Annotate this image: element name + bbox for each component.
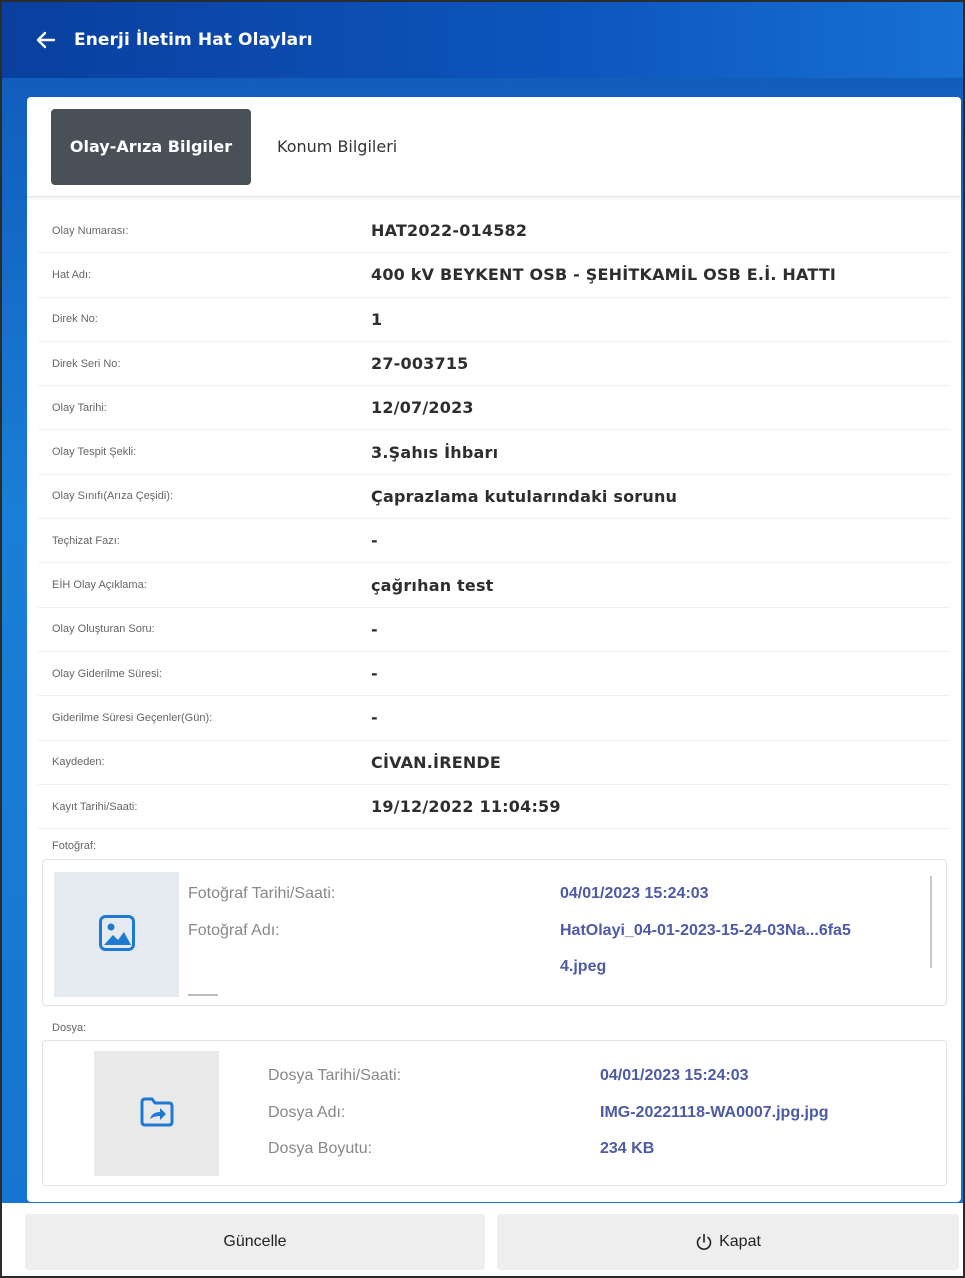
detail-label: Olay Giderilme Süresi: — [52, 667, 163, 680]
arrow-left-icon[interactable] — [36, 28, 60, 52]
detail-row: Kaydeden: CİVAN.İRENDE — [38, 741, 950, 785]
detail-value: 27-003715 — [371, 354, 469, 374]
file-size-value: 234 KB — [600, 1140, 655, 1157]
detail-row: Direk No: 1 — [38, 298, 950, 342]
file-section-label: Dosya: — [52, 1022, 87, 1034]
detail-label: Hat Adı: — [52, 268, 92, 281]
photo-section-label: Fotoğraf: — [52, 840, 97, 852]
detail-value: - — [371, 531, 378, 551]
detail-row: Olay Sınıfı(Arıza Çeşidi): Çaprazlama kut… — [38, 475, 950, 520]
image-icon — [98, 914, 136, 956]
app-frame: Enerji İletim Hat Olayları Olay-Arıza Bi… — [0, 0, 965, 1278]
clipped-row — [188, 992, 288, 996]
file-size-label: Dosya Boyutu: — [268, 1140, 373, 1157]
detail-row: Giderilme Süresi Geçenler(Gün): - — [38, 696, 950, 741]
photo-name-label: Fotoğraf Adı: — [188, 922, 280, 939]
photo-date-label: Fotoğraf Tarihi/Saati: — [188, 885, 336, 902]
detail-value: HAT2022-014582 — [371, 221, 528, 241]
update-button-label: Güncelle — [223, 1233, 287, 1250]
detail-label: EİH Olay Açıklama: — [52, 579, 147, 592]
file-name-label: Dosya Adı: — [268, 1104, 346, 1121]
detail-value: 400 kV BEYKENT OSB - ŞEHİTKAMİL OSB E.İ.… — [371, 265, 837, 285]
detail-row: Hat Adı: 400 kV BEYKENT OSB - ŞEHİTKAMİL … — [38, 253, 950, 298]
details-list: Olay Numarası: HAT2022-014582 Hat Adı: 400… — [27, 197, 961, 830]
header-bar: Enerji İletim Hat Olayları — [2, 2, 963, 78]
close-button-label: Kapat — [719, 1233, 761, 1250]
detail-label: Olay Tarihi: — [52, 401, 107, 414]
detail-value: - — [371, 708, 378, 728]
photo-scrollbar[interactable] — [930, 876, 932, 968]
update-button[interactable]: Güncelle — [25, 1214, 485, 1270]
detail-value: - — [371, 664, 378, 684]
file-thumbnail[interactable] — [94, 1051, 219, 1176]
file-date-value: 04/01/2023 15:24:03 — [600, 1067, 749, 1084]
tab-konum-bilgileri[interactable]: Konum Bilgileri — [263, 109, 411, 185]
detail-label: Olay Sınıfı(Arıza Çeşidi): — [52, 490, 174, 503]
detail-label: Kaydeden: — [52, 756, 105, 769]
photo-attachment[interactable]: Fotoğraf Tarihi/Saati: 04/01/2023 15:24:… — [42, 859, 947, 1006]
file-date-label: Dosya Tarihi/Saati: — [268, 1067, 402, 1084]
detail-label: Direk Seri No: — [52, 357, 121, 370]
detail-label: Olay Oluşturan Soru: — [52, 623, 155, 636]
folder-share-icon — [139, 1096, 175, 1132]
detail-row: Olay Tarihi: 12/07/2023 — [38, 386, 950, 431]
footer-actions: Güncelle Kapat — [2, 1203, 963, 1276]
file-name-value: IMG-20221118-WA0007.jpg.jpg — [600, 1104, 829, 1121]
tab-olay-ariza-bilgiler[interactable]: Olay-Arıza Bilgiler — [51, 108, 251, 185]
power-icon — [695, 1233, 713, 1251]
photo-thumbnail[interactable] — [54, 872, 179, 997]
page-title: Enerji İletim Hat Olayları — [74, 30, 313, 50]
detail-value: - — [371, 619, 378, 639]
close-button[interactable]: Kapat — [497, 1214, 959, 1270]
detail-row: EİH Olay Açıklama: çağrıhan test — [38, 563, 950, 608]
tab-bar: Olay-Arıza Bilgiler Konum Bilgileri — [27, 97, 961, 197]
detail-card: Olay-Arıza Bilgiler Konum Bilgileri Olay… — [27, 97, 961, 1202]
photo-date-value: 04/01/2023 15:24:03 — [560, 885, 709, 902]
detail-row: Olay Giderilme Süresi: - — [38, 652, 950, 697]
detail-row: Olay Tespit Şekli: 3.Şahıs İhbarı — [38, 430, 950, 475]
detail-row: Kayıt Tarihi/Saati: 19/12/2022 11:04:59 — [38, 785, 950, 830]
detail-value: 3.Şahıs İhbarı — [371, 442, 499, 462]
detail-value: Çaprazlama kutularındaki sorunu — [371, 486, 678, 506]
detail-label: Teçhizat Fazı: — [52, 534, 120, 547]
file-attachment[interactable]: Dosya Tarihi/Saati: 04/01/2023 15:24:03 … — [42, 1040, 947, 1186]
detail-row: Direk Seri No: 27-003715 — [38, 342, 950, 387]
detail-label: Kayıt Tarihi/Saati: — [52, 800, 138, 813]
detail-label: Direk No: — [52, 313, 98, 326]
detail-row: Teçhizat Fazı: - — [38, 519, 950, 564]
detail-row: Olay Oluşturan Soru: - — [38, 608, 950, 652]
detail-label: Giderilme Süresi Geçenler(Gün): — [52, 711, 213, 724]
photo-name-value: HatOlayi_04-01-2023-15-24-03Na...6fa5 — [560, 922, 851, 939]
detail-value: 1 — [371, 309, 383, 329]
photo-name-value-cont: 4.jpeg — [560, 958, 607, 975]
detail-value: 12/07/2023 — [371, 398, 474, 418]
detail-label: Olay Tespit Şekli: — [52, 446, 137, 459]
detail-value: 19/12/2022 11:04:59 — [371, 797, 561, 816]
detail-value: CİVAN.İRENDE — [371, 752, 502, 772]
detail-row: Olay Numarası: HAT2022-014582 — [38, 209, 950, 254]
detail-label: Olay Numarası: — [52, 224, 129, 237]
detail-value: çağrıhan test — [371, 575, 494, 595]
